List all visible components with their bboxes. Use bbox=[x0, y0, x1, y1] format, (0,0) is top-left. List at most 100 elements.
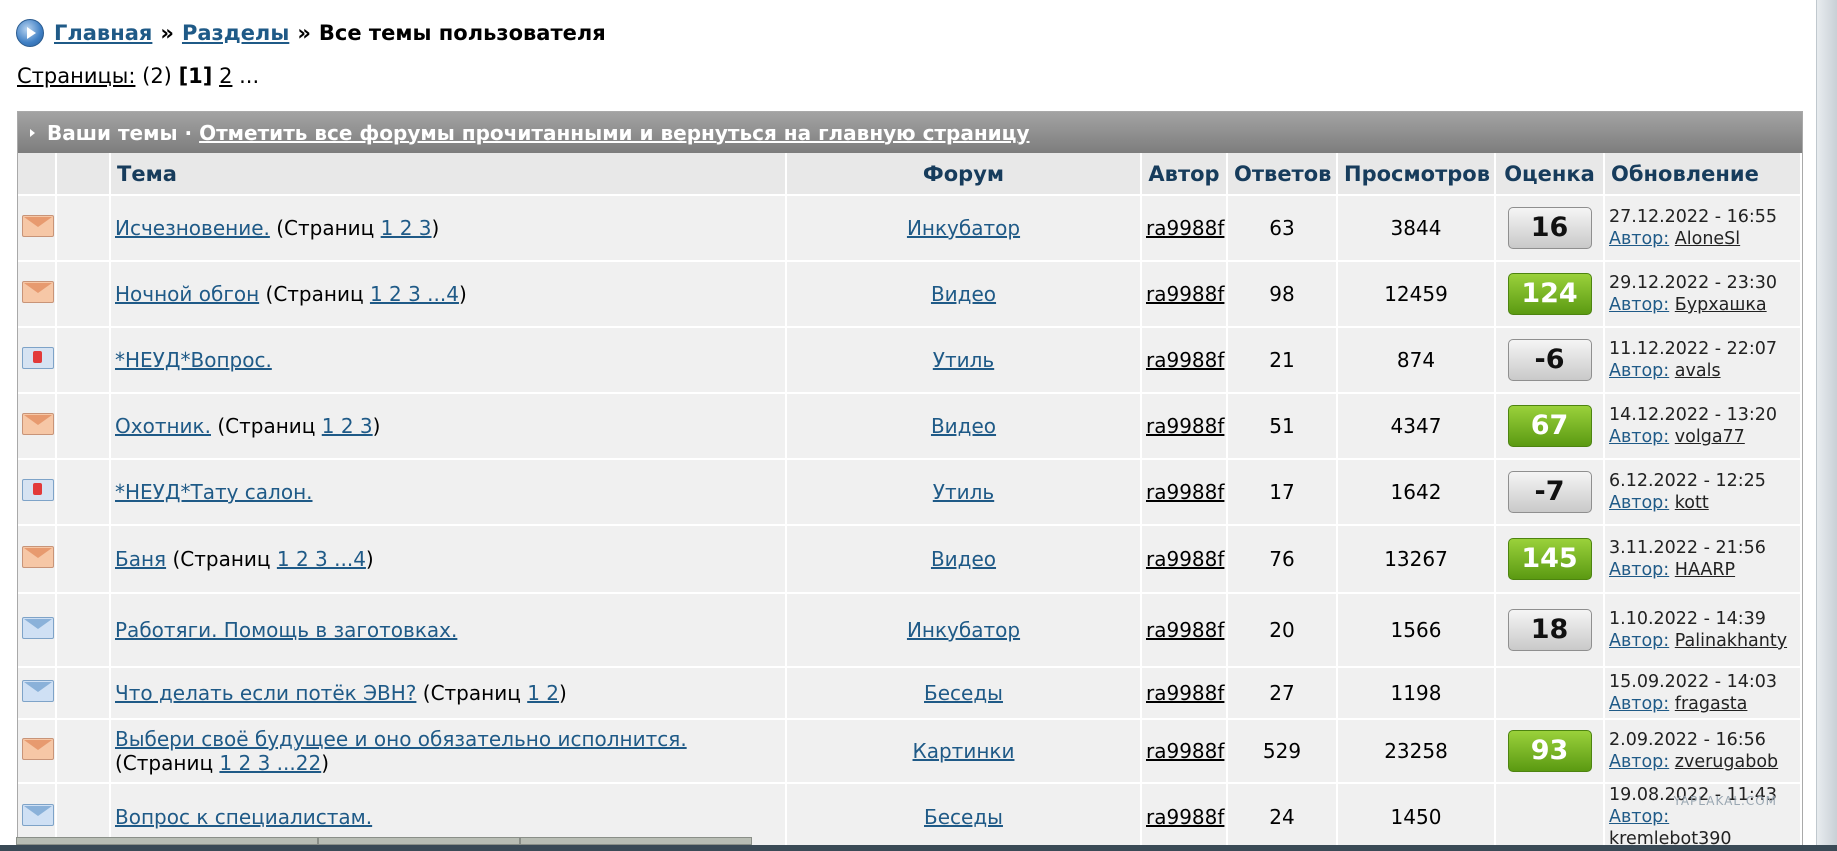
rating-badge[interactable]: 16 bbox=[1507, 207, 1592, 249]
topic-pages-links[interactable]: 1 2 3 ...4 bbox=[277, 547, 366, 571]
rating-badge[interactable]: 18 bbox=[1507, 609, 1592, 651]
update-author-label[interactable]: Автор: bbox=[1609, 295, 1669, 315]
author-link[interactable]: ra9988f bbox=[1146, 739, 1224, 763]
author-link[interactable]: ra9988f bbox=[1146, 618, 1224, 642]
col-author[interactable]: Автор bbox=[1141, 153, 1228, 196]
topic-pages-links[interactable]: 1 2 bbox=[527, 681, 559, 705]
forum-link[interactable]: Инкубатор bbox=[907, 216, 1020, 240]
author-cell: ra9988f bbox=[1141, 393, 1228, 460]
topic-icon-cell bbox=[56, 593, 111, 668]
topic-link[interactable]: *НЕУД*Тату салон. bbox=[115, 480, 313, 504]
views-cell: 874 bbox=[1337, 327, 1496, 394]
update-author-link[interactable]: Бурхашка bbox=[1675, 295, 1767, 315]
forum-link[interactable]: Видео bbox=[931, 414, 996, 438]
topic-link[interactable]: Вопрос к специалистам. bbox=[115, 805, 372, 829]
update-author-link[interactable]: volga77 bbox=[1675, 427, 1745, 447]
rating-badge[interactable]: 124 bbox=[1507, 273, 1592, 315]
author-link[interactable]: ra9988f bbox=[1146, 681, 1224, 705]
update-author-link[interactable]: zverugabob bbox=[1675, 752, 1778, 772]
update-author-label[interactable]: Автор: bbox=[1609, 807, 1669, 827]
rating-badge[interactable]: 93 bbox=[1507, 730, 1592, 772]
forum-link[interactable]: Беседы bbox=[924, 681, 1003, 705]
col-updated[interactable]: Обновление bbox=[1604, 153, 1802, 196]
update-author-link[interactable]: kott bbox=[1675, 493, 1709, 513]
update-author-label[interactable]: Автор: bbox=[1609, 752, 1669, 772]
topic-link[interactable]: Ночной обгон bbox=[115, 282, 259, 306]
update-author-label[interactable]: Автор: bbox=[1609, 361, 1669, 381]
forum-link[interactable]: Утиль bbox=[933, 348, 994, 372]
topic-link[interactable]: Охотник. bbox=[115, 414, 211, 438]
update-author-link[interactable]: fragasta bbox=[1675, 694, 1748, 714]
update-author-link[interactable]: AloneSl bbox=[1675, 229, 1740, 249]
forum-link[interactable]: Утиль bbox=[933, 480, 994, 504]
topic-link[interactable]: Что делать если потёк ЭВН? bbox=[115, 681, 416, 705]
forum-link[interactable]: Инкубатор bbox=[907, 618, 1020, 642]
col-views[interactable]: Просмотров bbox=[1337, 153, 1496, 196]
update-author-link[interactable]: Palinakhanty bbox=[1675, 631, 1787, 651]
author-link[interactable]: ra9988f bbox=[1146, 480, 1224, 504]
forum-cell: Видео bbox=[786, 261, 1142, 328]
mark-all-read-link[interactable]: Отметить все форумы прочитанными и верну… bbox=[199, 121, 1029, 145]
update-author-label[interactable]: Автор: bbox=[1609, 560, 1669, 580]
rating-badge[interactable]: 67 bbox=[1507, 405, 1592, 447]
topic-pages-links[interactable]: 1 2 3 bbox=[381, 216, 432, 240]
update-author-label[interactable]: Автор: bbox=[1609, 493, 1669, 513]
col-rating[interactable]: Оценка bbox=[1495, 153, 1605, 196]
update-author-link[interactable]: HAARP bbox=[1675, 560, 1735, 580]
topic-status-cell bbox=[18, 593, 57, 668]
topic-cell: Ночной обгон (Страниц 1 2 3 ...4) bbox=[110, 261, 787, 328]
forum-link[interactable]: Видео bbox=[931, 547, 996, 571]
forum-link[interactable]: Картинки bbox=[913, 739, 1015, 763]
replies-cell: 20 bbox=[1227, 593, 1338, 668]
topic-link[interactable]: Работяги. Помощь в заготовках. bbox=[115, 618, 457, 642]
topic-status-cell bbox=[18, 261, 57, 328]
topic-pages-links[interactable]: 1 2 3 ...4 bbox=[370, 282, 459, 306]
col-topic[interactable]: Тема bbox=[110, 153, 787, 196]
topic-status-cell bbox=[18, 525, 57, 594]
update-cell: 29.12.2022 - 23:30 Автор: Бурхашка bbox=[1604, 261, 1802, 328]
col-forum[interactable]: Форум bbox=[786, 153, 1142, 196]
update-date: 3.11.2022 - 21:56 bbox=[1609, 538, 1766, 558]
forum-link[interactable]: Видео bbox=[931, 282, 996, 306]
topic-icon-cell bbox=[56, 719, 111, 784]
author-link[interactable]: ra9988f bbox=[1146, 805, 1224, 829]
update-date: 15.09.2022 - 14:03 bbox=[1609, 672, 1778, 692]
pagination-page-2-link[interactable]: 2 bbox=[219, 64, 232, 88]
table-row: Охотник. (Страниц 1 2 3) Видео ra9988f 51 43… bbox=[18, 393, 1802, 460]
col-icon2 bbox=[56, 153, 111, 196]
author-link[interactable]: ra9988f bbox=[1146, 282, 1224, 306]
breadcrumb-home-link[interactable]: Главная bbox=[54, 21, 152, 45]
author-link[interactable]: ra9988f bbox=[1146, 547, 1224, 571]
topics-table: Ваши темы · Отметить все форумы прочитан… bbox=[17, 111, 1803, 851]
topic-pages-links[interactable]: 1 2 3 ...22 bbox=[219, 751, 321, 775]
forum-link[interactable]: Беседы bbox=[924, 805, 1003, 829]
topic-pages-links[interactable]: 1 2 3 bbox=[322, 414, 373, 438]
update-author-label[interactable]: Автор: bbox=[1609, 694, 1669, 714]
topic-pages-suffix: ) bbox=[559, 681, 567, 705]
col-replies[interactable]: Ответов bbox=[1227, 153, 1338, 196]
breadcrumb-sections-link[interactable]: Разделы bbox=[182, 21, 289, 45]
author-link[interactable]: ra9988f bbox=[1146, 348, 1224, 372]
topic-link[interactable]: *НЕУД*Вопрос. bbox=[115, 348, 272, 372]
rating-badge[interactable]: 145 bbox=[1507, 538, 1592, 580]
envelope-blue-icon bbox=[22, 803, 54, 826]
update-author-label[interactable]: Автор: bbox=[1609, 427, 1669, 447]
update-author-link[interactable]: avals bbox=[1675, 361, 1721, 381]
update-cell: 6.12.2022 - 12:25 Автор: kott bbox=[1604, 459, 1802, 526]
topic-pages-suffix: ) bbox=[372, 414, 381, 438]
author-link[interactable]: ra9988f bbox=[1146, 414, 1224, 438]
author-cell: ra9988f bbox=[1141, 719, 1228, 784]
rating-badge[interactable]: -6 bbox=[1507, 339, 1592, 381]
topic-link[interactable]: Баня bbox=[115, 547, 166, 571]
update-author-label[interactable]: Автор: bbox=[1609, 229, 1669, 249]
topic-pages: (Страниц 1 2) bbox=[423, 681, 567, 705]
forum-cell: Утиль bbox=[786, 327, 1142, 394]
author-cell: ra9988f bbox=[1141, 593, 1228, 668]
table-row: Что делать если потёк ЭВН? (Страниц 1 2)… bbox=[18, 667, 1802, 720]
topic-status-cell bbox=[18, 459, 57, 526]
topic-link[interactable]: Исчезновение. bbox=[115, 216, 270, 240]
update-author-label[interactable]: Автор: bbox=[1609, 631, 1669, 651]
topic-link[interactable]: Выбери своё будущее и оно обязательно ис… bbox=[115, 727, 687, 751]
rating-badge[interactable]: -7 bbox=[1507, 471, 1592, 513]
author-link[interactable]: ra9988f bbox=[1146, 216, 1224, 240]
